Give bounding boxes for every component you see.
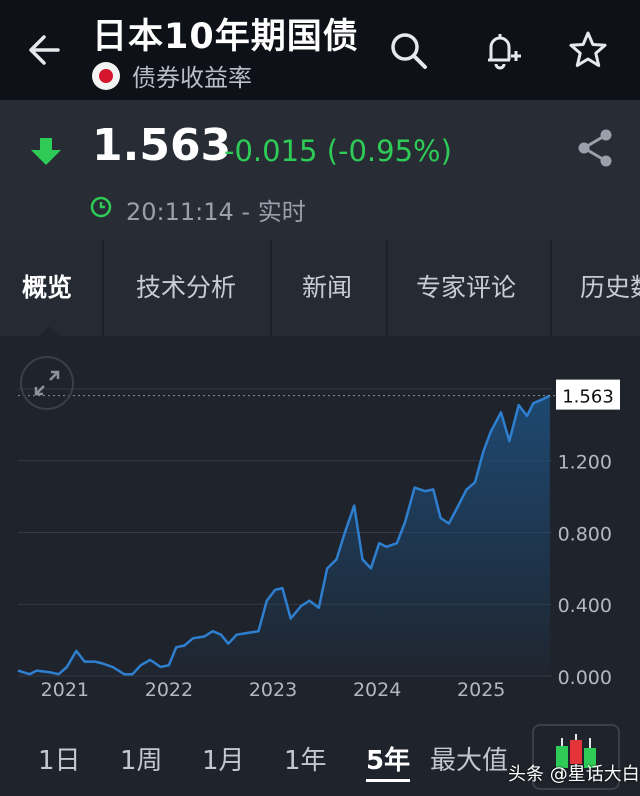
x-tick-label: 2024	[353, 679, 401, 701]
y-tick-label: 0.000	[558, 667, 612, 689]
clock-icon	[90, 196, 112, 218]
app-header: 日本10年期国债 债券收益率	[0, 0, 640, 100]
expand-arrows-icon	[34, 370, 60, 396]
expand-chart-button[interactable]	[20, 356, 74, 410]
x-tick-label: 2025	[457, 679, 505, 701]
tab-overview[interactable]: 概览	[22, 240, 72, 336]
section-tabs: 概览 技术分析 新闻 专家评论 历史数据	[0, 240, 640, 336]
tab-divider	[386, 240, 388, 336]
add-alert-bell-icon[interactable]	[478, 28, 522, 72]
back-arrow-icon[interactable]	[24, 28, 68, 72]
japan-flag-icon	[92, 62, 120, 90]
yield-chart[interactable]: 0.0000.4000.8001.2001.600202120222023202…	[0, 336, 640, 706]
watermark: 头条 @星话大白	[508, 764, 640, 785]
down-arrow-icon	[31, 138, 61, 165]
quote-timestamp: 20:11:14 - 实时	[126, 198, 306, 226]
last-price: 1.563	[92, 120, 232, 171]
y-tick-label: 1.200	[558, 452, 612, 474]
range-1m[interactable]: 1月	[202, 740, 245, 777]
range-max[interactable]: 最大值	[430, 740, 508, 777]
tab-history[interactable]: 历史数据	[580, 240, 640, 336]
series-area	[18, 395, 550, 676]
tab-news[interactable]: 新闻	[302, 240, 352, 336]
range-1w[interactable]: 1周	[120, 740, 163, 777]
x-tick-label: 2021	[41, 679, 89, 701]
price-change: -0.015 (-0.95%)	[224, 134, 452, 168]
star-watchlist-icon[interactable]	[566, 28, 610, 72]
tab-divider	[102, 240, 104, 336]
range-1y[interactable]: 1年	[284, 740, 327, 777]
tab-divider	[270, 240, 272, 336]
x-tick-label: 2022	[145, 679, 193, 701]
y-tick-label: 0.800	[558, 523, 612, 545]
instrument-title: 日本10年期国债	[92, 17, 359, 57]
range-1d[interactable]: 1日	[38, 740, 81, 777]
range-5y[interactable]: 5年	[366, 740, 411, 782]
search-icon[interactable]	[386, 28, 430, 72]
y-tick-label: 0.400	[558, 595, 612, 617]
tab-analysis[interactable]: 专家评论	[416, 240, 516, 336]
last-value-label: 1.563	[562, 387, 614, 408]
instrument-subtitle: 债券收益率	[132, 64, 252, 92]
x-tick-label: 2023	[249, 679, 297, 701]
tab-technical[interactable]: 技术分析	[136, 240, 236, 336]
active-tab-indicator	[38, 326, 60, 336]
tab-divider	[550, 240, 552, 336]
share-icon[interactable]	[576, 128, 614, 168]
